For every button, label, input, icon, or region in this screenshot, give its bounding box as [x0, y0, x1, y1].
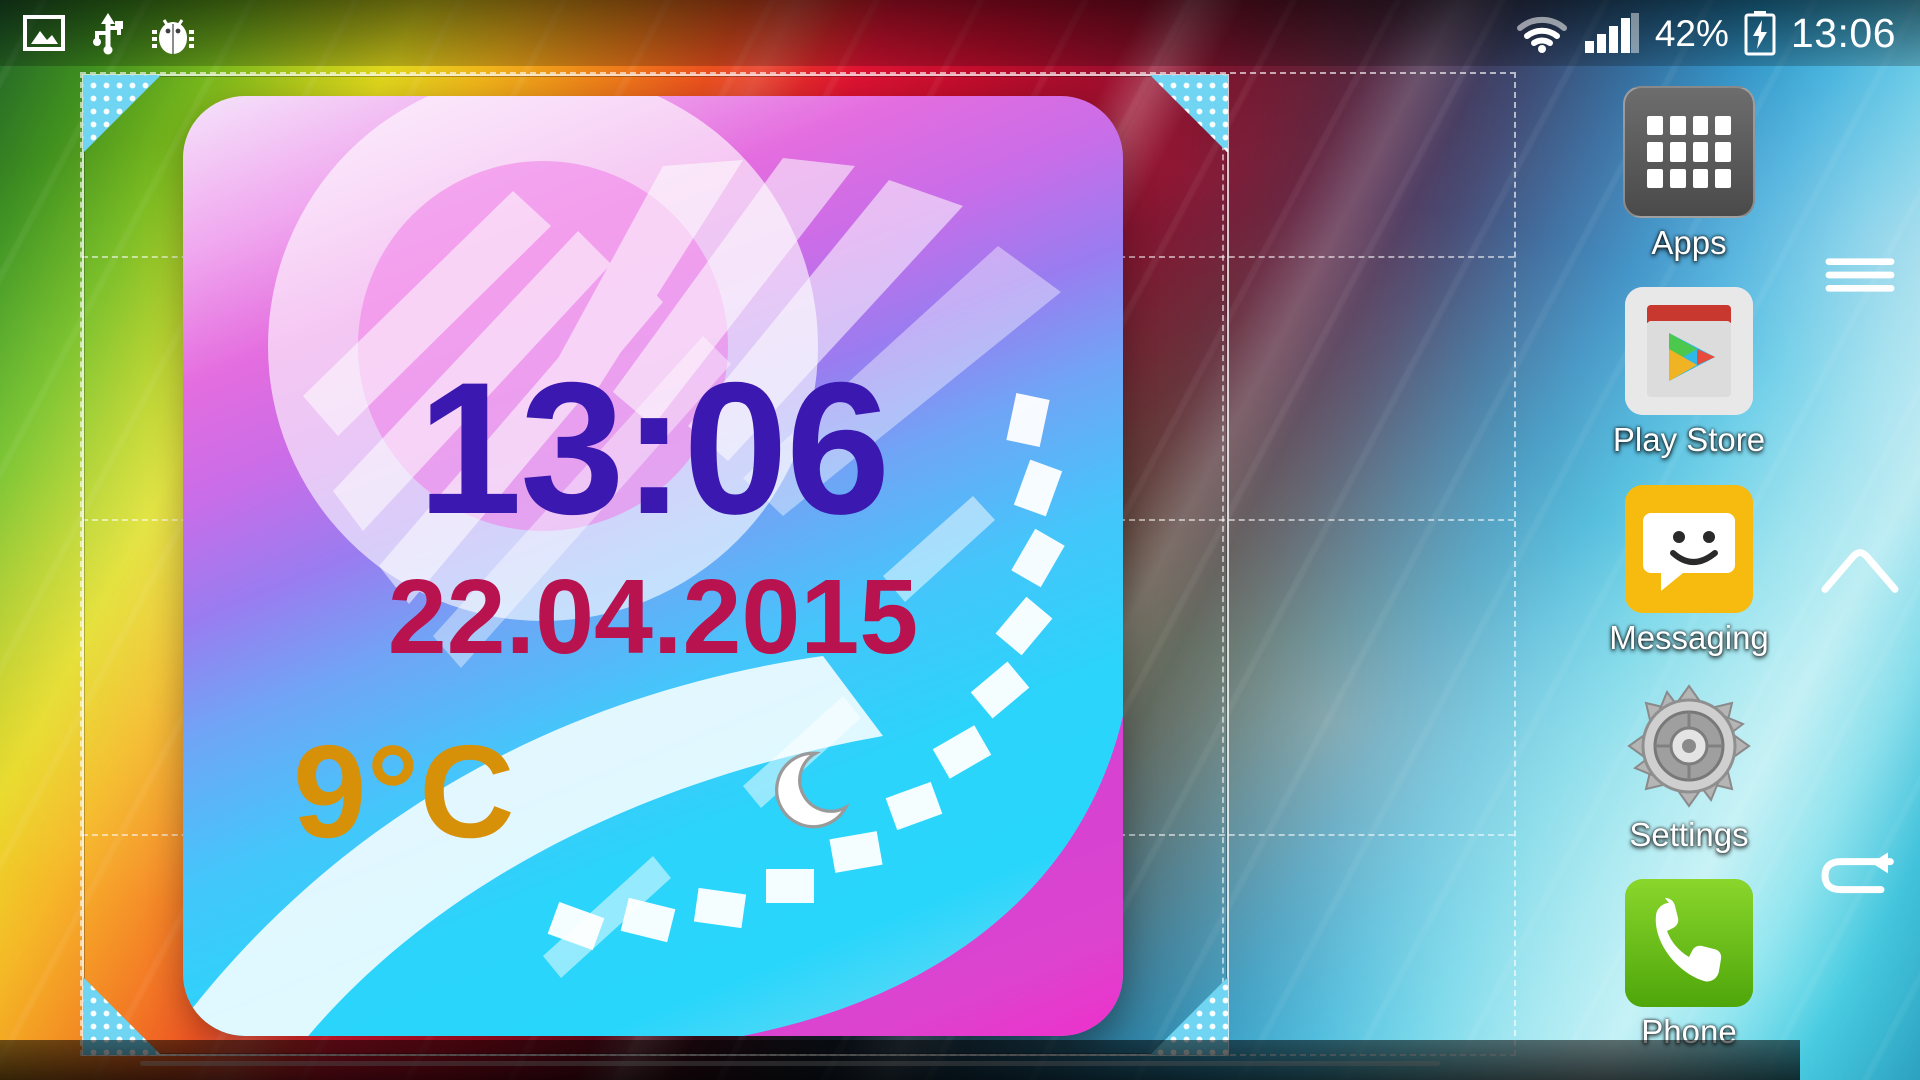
handle-dots [83, 75, 161, 153]
messaging-glyph [1625, 484, 1753, 613]
bottom-bar [0, 1040, 1800, 1080]
settings-gear-icon[interactable] [1625, 682, 1753, 810]
crescent-moon-icon [775, 751, 850, 829]
app-label: Settings [1629, 815, 1749, 853]
app-shortcut-play-store[interactable]: Play Store [1584, 287, 1794, 458]
app-label: Messaging [1609, 618, 1769, 656]
phone-icon[interactable] [1625, 879, 1753, 1008]
signal-icon [1584, 13, 1639, 53]
app-label: Apps [1651, 224, 1727, 261]
app-shortcut-settings[interactable]: Settings [1584, 682, 1794, 853]
settings-gear-glyph [1627, 684, 1751, 808]
apps-drawer-icon[interactable] [1623, 86, 1755, 218]
battery-charging-icon [1744, 11, 1776, 56]
widget-time: 13:06 [417, 343, 891, 553]
app-label: Play Store [1612, 421, 1766, 459]
wifi-icon [1516, 16, 1567, 53]
messaging-icon[interactable] [1625, 484, 1753, 613]
play-store-glyph [1625, 287, 1753, 416]
phone-glyph [1625, 879, 1753, 1008]
menu-button[interactable] [1812, 227, 1908, 323]
navigation-bar [1800, 66, 1920, 1080]
status-bar: 42% 13:06 [0, 0, 1920, 66]
home-screen: 13:06 22.04.2015 9°C Apps Play Store Mes… [0, 0, 1920, 1080]
widget-temperature: 9°C [293, 718, 515, 865]
status-bar-clock: 13:06 [1790, 9, 1896, 56]
usb-icon [93, 13, 123, 55]
menu-icon [1825, 258, 1895, 292]
clock-weather-widget[interactable]: 13:06 22.04.2015 9°C [183, 96, 1123, 1036]
resize-handle-top-right[interactable] [1150, 75, 1228, 153]
handle-dots [1150, 75, 1228, 153]
home-button[interactable] [1812, 525, 1908, 621]
back-arrow-icon [1821, 852, 1894, 894]
home-icon [1821, 549, 1899, 593]
status-bar-left [0, 10, 196, 56]
back-button[interactable] [1812, 823, 1908, 919]
battery-percent-text: 42% [1654, 12, 1729, 54]
app-shortcut-column: Apps Play Store Messaging Settings Phone [1584, 86, 1794, 1050]
app-shortcut-apps[interactable]: Apps [1584, 86, 1794, 261]
widget-date: 22.04.2015 [387, 558, 919, 676]
resize-handle-top-left[interactable] [83, 75, 161, 153]
app-shortcut-messaging[interactable]: Messaging [1584, 484, 1794, 656]
apps-grid-dots [1647, 116, 1731, 188]
screenshot-icon [23, 15, 65, 51]
play-store-icon[interactable] [1625, 287, 1753, 416]
status-bar-right: 42% 13:06 [1515, 10, 1920, 56]
debug-icon [152, 19, 194, 54]
app-shortcut-phone[interactable]: Phone [1584, 879, 1794, 1050]
